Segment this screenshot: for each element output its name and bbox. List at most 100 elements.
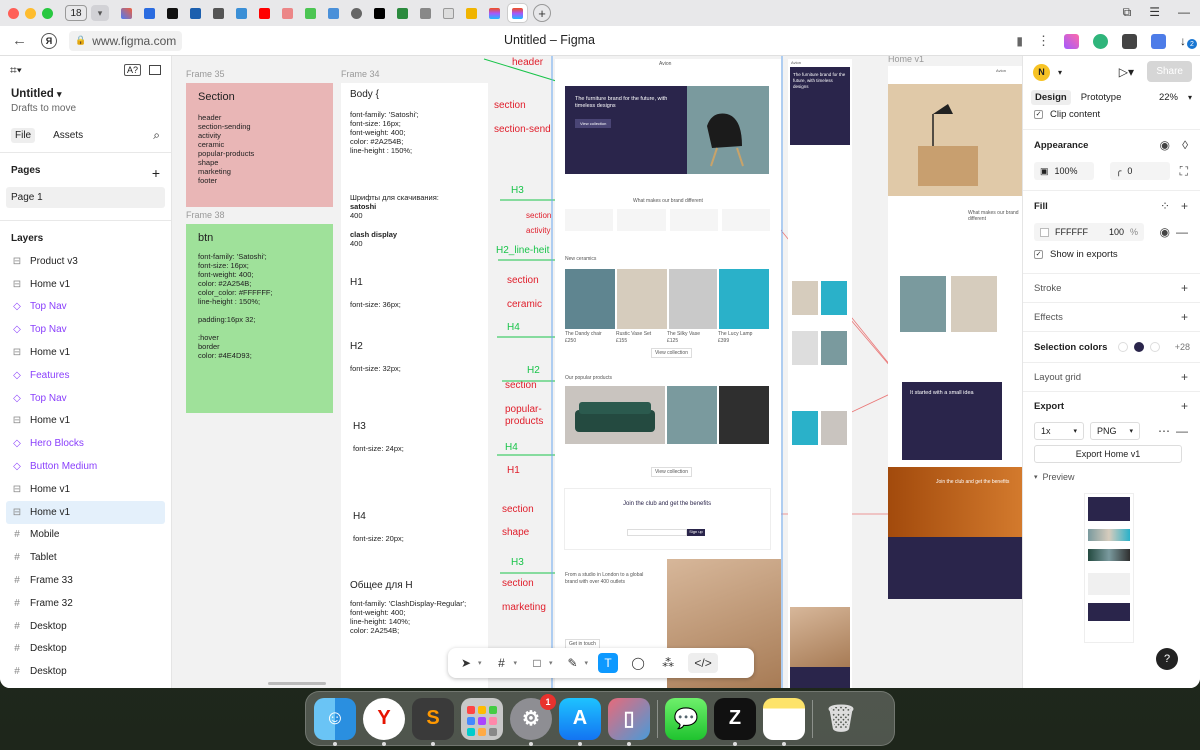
remove-export-icon[interactable]: — <box>1176 424 1188 438</box>
more-options-icon[interactable]: ⋯ <box>1158 424 1170 438</box>
help-button[interactable]: ? <box>1156 648 1178 670</box>
add-page-icon[interactable]: + <box>152 165 160 181</box>
layer-item[interactable]: # Frame 33 <box>0 569 171 592</box>
zed-icon[interactable]: Z <box>714 697 756 746</box>
layer-item[interactable]: ⊟ Home v1 <box>0 478 171 501</box>
layer-item[interactable]: ◇ Top Nav <box>0 318 171 341</box>
layer-item[interactable]: ◇ Hero Blocks <box>0 432 171 455</box>
launchpad-icon[interactable] <box>461 697 503 740</box>
tab-favicon[interactable] <box>439 4 458 22</box>
eye-icon[interactable]: ◉ <box>1160 225 1170 239</box>
close-window-button[interactable] <box>8 7 19 19</box>
tab-figma-active[interactable] <box>508 4 527 22</box>
extension-icon[interactable] <box>1122 33 1137 49</box>
export-button[interactable]: Export Home v1 <box>1034 445 1182 463</box>
frame-tool-icon[interactable]: # <box>492 653 512 673</box>
layer-item[interactable]: ◇ Top Nav <box>0 387 171 410</box>
minimize-window-button[interactable] <box>25 7 36 19</box>
color-swatch[interactable] <box>1118 342 1128 352</box>
tab-favicon[interactable] <box>324 4 343 22</box>
more-icon[interactable]: ⋮ <box>1037 33 1050 49</box>
hero-button[interactable]: View collection <box>575 119 612 128</box>
tab-assets[interactable]: Assets <box>49 128 87 143</box>
tab-favicon[interactable] <box>347 4 366 22</box>
search-icon[interactable]: ⌕ <box>153 128 160 143</box>
text-tool-icon[interactable]: T <box>598 653 619 673</box>
show-exports-checkbox[interactable]: ✓ <box>1034 249 1043 259</box>
layer-item[interactable]: # Desktop <box>0 638 171 661</box>
layer-item[interactable]: # Tablet <box>0 546 171 569</box>
tab-favicon[interactable] <box>140 4 159 22</box>
chevron-down-icon[interactable]: ▾ <box>478 659 482 667</box>
url-field[interactable]: 🔒 www.figma.com <box>69 30 183 51</box>
page-item[interactable]: Page 1 <box>6 187 165 208</box>
messages-icon[interactable]: 💬 <box>665 697 707 740</box>
downloads-icon[interactable]: ↓ 2 <box>1180 34 1197 49</box>
layer-item[interactable]: ◇ Top Nav <box>0 296 171 319</box>
new-tab-button[interactable]: + <box>533 4 551 22</box>
layer-item[interactable]: ⊟ Product v3 <box>0 250 171 273</box>
tab-favicon[interactable] <box>416 4 435 22</box>
opacity-field[interactable]: ▣ 100% <box>1034 162 1094 180</box>
layer-item[interactable]: # Frame 32 <box>0 592 171 615</box>
avatar[interactable]: N <box>1033 63 1050 81</box>
tab-favicon[interactable] <box>163 4 182 22</box>
color-swatch[interactable] <box>1150 342 1160 352</box>
chevron-down-icon[interactable]: ▾ <box>1058 68 1062 77</box>
fill-field[interactable]: FFFFFF 100 % <box>1034 223 1144 241</box>
tab-favicon[interactable] <box>462 4 481 22</box>
eye-icon[interactable]: ◉ <box>1160 138 1170 152</box>
tab-favicon[interactable] <box>301 4 320 22</box>
menu-icon[interactable]: ☰ <box>1149 5 1160 20</box>
home-v1-frame[interactable]: Avion What makes our brand different It … <box>888 66 1022 599</box>
add-fill-icon[interactable]: + <box>1181 199 1188 213</box>
yandex-icon[interactable]: Я <box>41 32 57 49</box>
horizontal-scrollbar[interactable] <box>268 682 326 685</box>
tab-favicon[interactable] <box>255 4 274 22</box>
dev-mode-icon[interactable]: </> <box>688 653 719 673</box>
export-format-select[interactable]: PNG ▾ <box>1090 422 1140 440</box>
layer-item[interactable]: ⊟ Home v1 <box>6 500 165 524</box>
layer-item[interactable]: ◇ Features <box>0 364 171 387</box>
tab-favicon[interactable] <box>117 4 136 22</box>
expand-icon[interactable]: ⛶ <box>1180 164 1188 179</box>
bookmark-icon[interactable]: ▮ <box>1016 34 1023 48</box>
back-icon[interactable]: ← <box>12 32 27 49</box>
ai-icon[interactable]: A? <box>123 64 141 76</box>
extension-icon[interactable] <box>1093 33 1108 49</box>
tab-favicon[interactable] <box>186 4 205 22</box>
tab-favicon[interactable] <box>485 4 504 22</box>
tab-prototype[interactable]: Prototype <box>1081 92 1122 103</box>
chevron-down-icon[interactable]: ▾ <box>549 659 553 667</box>
figma-canvas[interactable]: Frame 35 Frame 34 Frame 38 Home v1 Secti… <box>172 56 1022 688</box>
radius-field[interactable]: ╭ 0 <box>1110 162 1170 180</box>
drop-icon[interactable]: ◊ <box>1182 138 1188 152</box>
trash-icon[interactable]: 🗑 <box>820 698 862 740</box>
minimize-icon[interactable]: — <box>1178 5 1190 20</box>
zoom-window-button[interactable] <box>42 7 53 19</box>
add-effect-icon[interactable]: + <box>1181 310 1188 324</box>
yandex-browser-icon[interactable]: Y <box>363 697 405 746</box>
add-export-icon[interactable]: + <box>1181 399 1188 413</box>
more-colors[interactable]: +28 <box>1175 342 1190 352</box>
move-tool-icon[interactable]: ➤ <box>456 653 476 673</box>
tab-overview-icon[interactable]: ⧉ <box>1123 5 1132 20</box>
add-grid-icon[interactable]: + <box>1181 370 1188 384</box>
view-collection-button[interactable]: View collection <box>651 348 692 358</box>
tab-favicon[interactable] <box>209 4 228 22</box>
tab-favicon[interactable] <box>278 4 297 22</box>
file-title[interactable]: Untitled ▾ <box>0 88 171 100</box>
tabs-dropdown-icon[interactable]: ▾ <box>91 5 109 21</box>
app-store-icon[interactable]: A <box>559 697 601 746</box>
layer-item[interactable]: ⊟ Home v1 <box>0 341 171 364</box>
finder-icon[interactable]: ☺ <box>314 697 356 746</box>
export-scale-select[interactable]: 1x ▾ <box>1034 422 1084 440</box>
layer-item[interactable]: # Mobile <box>0 524 171 547</box>
clip-content-checkbox[interactable]: ✓ <box>1034 109 1043 119</box>
view-collection-button[interactable]: View collection <box>651 467 692 477</box>
extension-icon[interactable] <box>1064 33 1079 49</box>
comment-tool-icon[interactable]: ◯ <box>628 653 648 673</box>
iphone-mirroring-icon[interactable]: ▯ <box>608 697 650 746</box>
actions-tool-icon[interactable]: ⁂ <box>658 653 678 673</box>
layer-item[interactable]: # Desktop <box>0 615 171 638</box>
